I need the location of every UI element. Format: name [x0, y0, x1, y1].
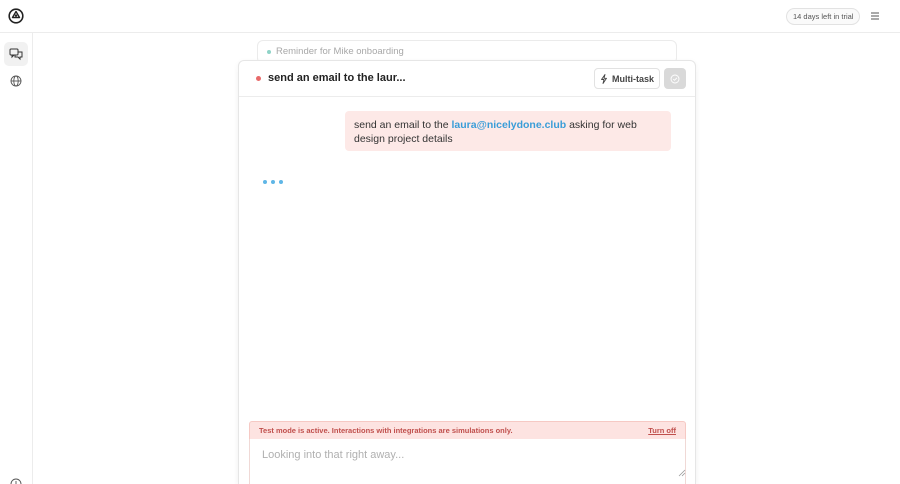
sidebar-item-chats[interactable]	[4, 42, 28, 66]
globe-icon	[10, 75, 22, 87]
typing-dot	[271, 180, 275, 184]
task-title: send an email to the laur...	[268, 72, 406, 84]
background-task-title: Reminder for Mike onboarding	[276, 46, 404, 57]
typing-indicator	[263, 180, 283, 184]
task-card: send an email to the laur... Multi-task …	[238, 60, 696, 484]
complete-task-button[interactable]	[664, 68, 686, 89]
multi-task-button[interactable]: Multi-task	[594, 68, 660, 89]
sidebar-item-help[interactable]	[4, 472, 28, 484]
test-mode-banner: Test mode is active. Interactions with i…	[249, 421, 686, 440]
lightning-bolt-icon	[601, 73, 607, 84]
user-message-text-start: send an email to the	[354, 119, 449, 131]
email-link[interactable]: laura@nicelydone.club	[451, 119, 566, 131]
task-header: send an email to the laur... Multi-task	[239, 61, 695, 97]
help-circle-icon	[10, 478, 22, 484]
task-status-dot	[267, 50, 271, 54]
app-logo-icon[interactable]	[8, 8, 24, 24]
typing-dot	[279, 180, 283, 184]
check-circle-icon	[670, 74, 680, 83]
top-bar: 14 days left in trial	[0, 0, 900, 33]
trial-badge[interactable]: 14 days left in trial	[786, 8, 861, 25]
task-status-dot	[256, 76, 261, 81]
resize-handle-icon[interactable]	[678, 469, 686, 477]
sidebar	[0, 33, 33, 484]
chat-bubbles-icon	[9, 48, 23, 61]
typing-dot	[263, 180, 267, 184]
hamburger-menu-icon[interactable]	[869, 10, 881, 22]
multi-task-label: Multi-task	[611, 73, 654, 84]
turn-off-test-mode-link[interactable]: Turn off	[648, 426, 676, 435]
sidebar-item-globe[interactable]	[4, 69, 28, 93]
test-mode-message: Test mode is active. Interactions with i…	[259, 426, 513, 435]
message-input[interactable]	[262, 449, 672, 477]
user-message: send an email to the laura@nicelydone.cl…	[345, 111, 671, 151]
message-composer	[249, 439, 686, 484]
